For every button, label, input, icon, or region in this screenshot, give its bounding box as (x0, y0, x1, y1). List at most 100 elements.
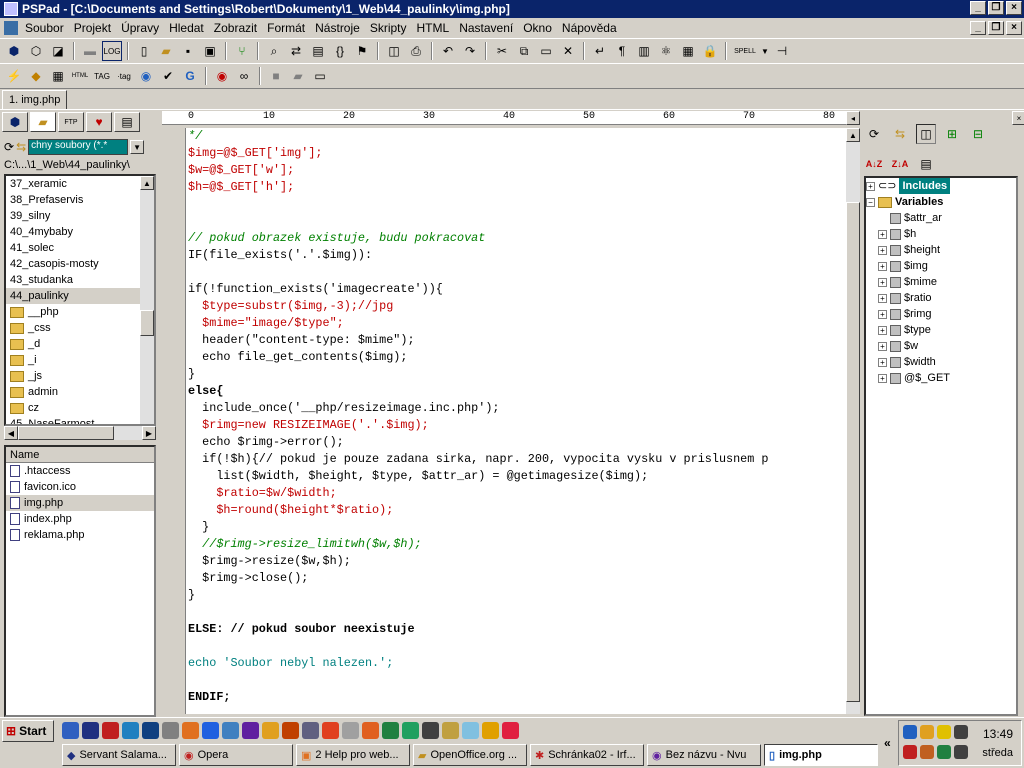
wrap-icon[interactable]: ↵ (590, 41, 610, 61)
list-item[interactable]: admin (6, 384, 154, 400)
scroll-thumb[interactable] (140, 310, 154, 336)
column-mode-icon[interactable]: ▥ (634, 41, 654, 61)
document-icon[interactable] (4, 21, 18, 35)
quicklaunch-app-icon[interactable] (482, 722, 499, 739)
folder-hscrollbar[interactable]: ◀ ▶ (4, 426, 156, 440)
scroll-up-icon[interactable]: ▲ (140, 176, 154, 190)
menu-napoveda[interactable]: Nápověda (557, 21, 622, 35)
menu-nastroje[interactable]: Nástroje (310, 21, 365, 35)
menu-skripty[interactable]: Skripty (365, 21, 412, 35)
bookmark-icon[interactable]: ⚑ (352, 41, 372, 61)
menu-nastaveni[interactable]: Nastavení (454, 21, 518, 35)
quicklaunch-app-icon[interactable] (362, 722, 379, 739)
quicklaunch-app-icon[interactable] (102, 722, 119, 739)
collapse-icon[interactable]: − (866, 197, 875, 207)
expand-icon[interactable]: + (878, 229, 887, 239)
menu-format[interactable]: Formát (262, 21, 310, 35)
tag-lower-icon[interactable]: ·tag (114, 66, 134, 86)
html-to-txt-icon[interactable]: HTML (70, 66, 90, 86)
find-in-files-icon[interactable]: ▤ (308, 41, 328, 61)
dropdown-arrow-icon[interactable]: ▼ (760, 41, 770, 61)
list-item[interactable]: _i (6, 352, 154, 368)
window-icon[interactable]: ▭ (310, 66, 330, 86)
delete-icon[interactable]: ✕ (558, 41, 578, 61)
pilcrow-icon[interactable]: ¶ (612, 41, 632, 61)
tag-icon[interactable]: TAG (92, 66, 112, 86)
paste-icon[interactable]: ▭ (536, 41, 556, 61)
quicklaunch-app-icon[interactable] (462, 722, 479, 739)
list-item[interactable]: __php (6, 304, 154, 320)
menu-okno[interactable]: Okno (518, 21, 557, 35)
quicklaunch-app-icon[interactable] (62, 722, 79, 739)
readonly-icon[interactable]: ▦ (678, 41, 698, 61)
scroll-left-icon[interactable]: ◀ (4, 426, 18, 440)
close-icon[interactable]: × (1012, 111, 1024, 125)
quicklaunch-app-icon[interactable] (182, 722, 199, 739)
doc-restore-button[interactable]: ❐ (988, 21, 1004, 35)
find-icon[interactable]: ⌕ (264, 41, 284, 61)
tree-node-var[interactable]: + $rimg (866, 306, 1016, 322)
tree-node-var[interactable]: + $width (866, 354, 1016, 370)
list-item[interactable]: favicon.ico (6, 479, 154, 495)
folder-scrollbar[interactable]: ▲ (140, 176, 154, 424)
task-nvu[interactable]: ◉ Bez názvu - Nvu (647, 744, 761, 766)
globe-icon[interactable]: ◉ (136, 66, 156, 86)
expand-icon[interactable]: + (878, 245, 887, 255)
list-item[interactable]: _js (6, 368, 154, 384)
list-item[interactable]: 42_casopis-mosty (6, 256, 154, 272)
project-tab-icon[interactable]: ⬢ (2, 112, 28, 132)
close-file-icon[interactable]: ▣ (200, 41, 220, 61)
quicklaunch-app-icon[interactable] (262, 722, 279, 739)
close-button[interactable]: × (1006, 1, 1022, 15)
refresh-icon[interactable]: ⟳ (4, 140, 14, 154)
tree-node-var[interactable]: + $mime (866, 274, 1016, 290)
record-macro-icon[interactable]: ◉ (212, 66, 232, 86)
window-title-bar[interactable]: PSPad - [C:\Documents and Settings\Rober… (0, 0, 1024, 18)
scroll-up-icon[interactable]: ▲ (846, 128, 860, 142)
quicklaunch-app-icon[interactable] (242, 722, 259, 739)
list-item[interactable]: reklama.php (6, 527, 154, 543)
list-item[interactable]: 38_Prefaservis (6, 192, 154, 208)
favorites-tab-icon[interactable]: ♥ (86, 112, 112, 132)
sort-za-icon[interactable]: Z↓A (890, 154, 910, 174)
menu-projekt[interactable]: Projekt (69, 21, 116, 35)
list-item[interactable]: index.php (6, 511, 154, 527)
refresh-tree-icon[interactable]: ⟳ (864, 124, 884, 144)
html-wizard-icon[interactable]: ⚡ (4, 66, 24, 86)
expand-icon[interactable]: + (878, 373, 887, 383)
tray-expand-icon[interactable]: « (884, 736, 891, 750)
expand-icon[interactable]: + (878, 261, 887, 271)
expand-icon[interactable]: + (866, 181, 875, 191)
menu-html[interactable]: HTML (412, 21, 455, 35)
copy-icon[interactable]: ⧉ (514, 41, 534, 61)
folder-gray-icon[interactable]: ▬ (80, 41, 100, 61)
opera-tray-icon[interactable] (903, 745, 917, 759)
redo-icon[interactable]: ↷ (460, 41, 480, 61)
start-button[interactable]: ⊞ Start (2, 720, 54, 742)
editor-scrollbar[interactable]: ▲ (846, 128, 860, 714)
expand-icon[interactable]: + (878, 309, 887, 319)
list-item[interactable]: _d (6, 336, 154, 352)
quicklaunch-app-icon[interactable] (202, 722, 219, 739)
list-item[interactable]: 43_studanka (6, 272, 154, 288)
list-item[interactable]: _css (6, 320, 154, 336)
app-tray-icon[interactable] (920, 745, 934, 759)
file-filter-select[interactable]: chny soubory (*.* (28, 139, 129, 155)
quicklaunch-app-icon[interactable] (162, 722, 179, 739)
tree-node-var[interactable]: + $h (866, 226, 1016, 242)
quicklaunch-app-icon[interactable] (422, 722, 439, 739)
menu-zobrazit[interactable]: Zobrazit (209, 21, 262, 35)
project-save-icon[interactable]: ◪ (48, 41, 68, 61)
log-icon[interactable]: LOG (102, 41, 122, 61)
sort-az-icon[interactable]: A↓Z (864, 154, 884, 174)
open-file-icon[interactable]: ▰ (156, 41, 176, 61)
tree-node-var[interactable]: $attr_ar (866, 210, 1016, 226)
task-help[interactable]: ▣ 2 Help pro web... (296, 744, 410, 766)
print-icon[interactable]: ⎙ (406, 41, 426, 61)
speaker-icon[interactable] (954, 725, 968, 739)
quicklaunch-app-icon[interactable] (122, 722, 139, 739)
new-file-icon[interactable]: ▯ (134, 41, 154, 61)
expand-icon[interactable]: + (878, 357, 887, 367)
tree-node-variables[interactable]: − Variables (866, 194, 1016, 210)
menu-upravy[interactable]: Úpravy (116, 21, 164, 35)
